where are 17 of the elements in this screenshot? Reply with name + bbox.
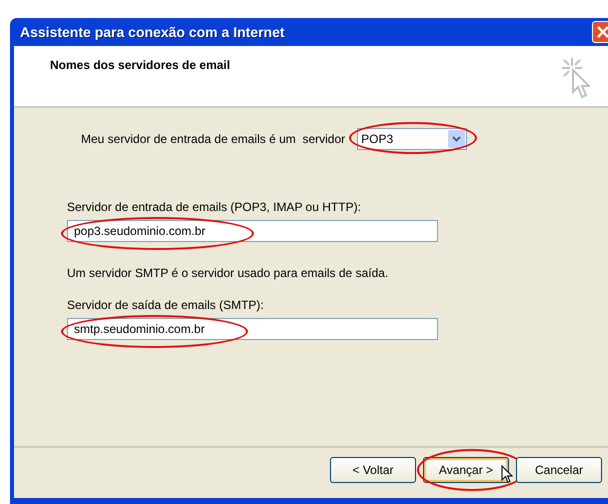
dropdown[interactable]: POP3 xyxy=(357,128,468,150)
text-field[interactable]: pop3.seudominio.com.br xyxy=(67,220,438,242)
field-label: Meu servidor de entrada de emails é um servidor xyxy=(81,131,346,148)
mouse-cursor-icon xyxy=(501,465,513,484)
cursor-sparkle-icon xyxy=(560,56,590,100)
window-title: Assistente para conexão com a Internet xyxy=(20,22,285,42)
close-icon xyxy=(597,26,608,38)
wizard-button[interactable]: Avançar > xyxy=(423,457,509,483)
text-field[interactable]: smtp.seudominio.com.br xyxy=(67,318,438,340)
field-label: Servidor de entrada de emails (POP3, IMAP ou HTTP): xyxy=(67,199,362,216)
wizard-button[interactable]: < Voltar xyxy=(330,457,416,483)
page-heading: Nomes dos servidores de email xyxy=(50,57,230,74)
field-label: Servidor de saída de emails (SMTP): xyxy=(67,297,265,314)
close-button[interactable] xyxy=(592,21,608,43)
info-text: Um servidor SMTP é o servidor usado para emails de saída. xyxy=(67,265,390,282)
chevron-down-icon xyxy=(452,136,462,142)
wizard-button[interactable]: Cancelar xyxy=(516,457,602,483)
